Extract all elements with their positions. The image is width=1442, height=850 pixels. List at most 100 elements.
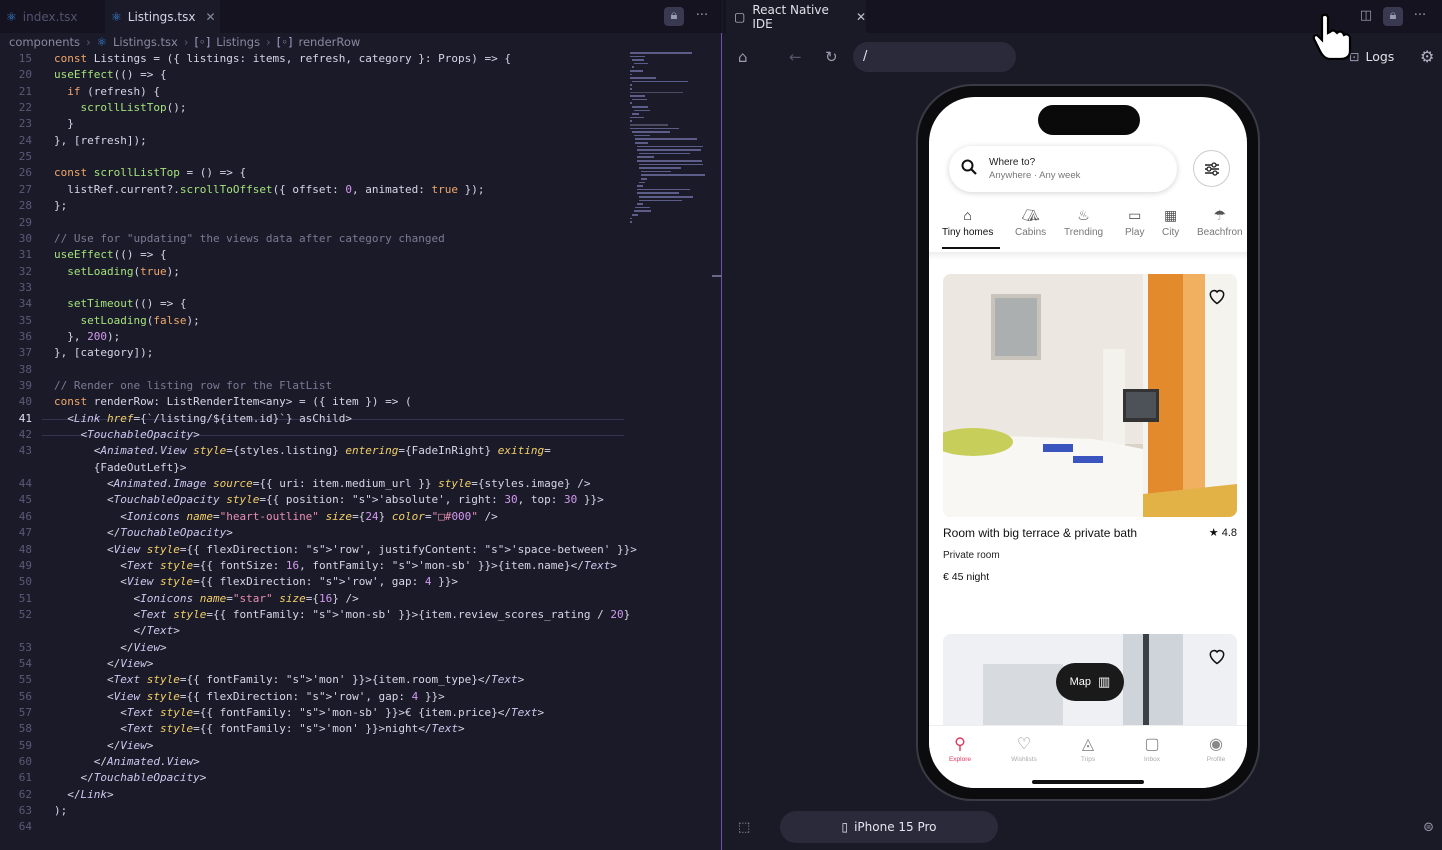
- code-line[interactable]: </View>: [54, 739, 153, 752]
- code-line[interactable]: };: [54, 199, 67, 212]
- code-line[interactable]: <Animated.View style={styles.listing} en…: [54, 444, 551, 457]
- code-line[interactable]: </Text>: [54, 624, 179, 637]
- code-line[interactable]: </Animated.View>: [54, 755, 200, 768]
- code-line[interactable]: );: [54, 804, 67, 817]
- code-line[interactable]: <TouchableOpacity style={{ position: "s"…: [54, 493, 604, 506]
- logs-button[interactable]: ⊡ Logs: [1349, 49, 1394, 64]
- reload-icon[interactable]: ↻: [825, 48, 838, 66]
- code-line[interactable]: // Use for "updating" the views data aft…: [54, 232, 445, 245]
- breadcrumb-item[interactable]: Listings.tsx: [113, 35, 178, 49]
- device-screen[interactable]: Where to? Anywhere · Any week ⌂ Tiny home…: [929, 97, 1247, 788]
- category-label: Cabins: [1015, 227, 1047, 238]
- tab-inbox[interactable]: ▢ Inbox: [1127, 734, 1177, 763]
- minimap[interactable]: [630, 52, 710, 232]
- code-line[interactable]: const scrollListTop = () => {: [54, 166, 246, 179]
- code-line[interactable]: <Animated.Image source={{ uri: item.medi…: [54, 477, 591, 490]
- code-line[interactable]: setLoading(false);: [54, 314, 200, 327]
- code-line[interactable]: }, 200);: [54, 330, 120, 343]
- code-line[interactable]: </View>: [54, 641, 166, 654]
- tab-explore[interactable]: ⚲ Explore: [935, 734, 985, 763]
- url-input[interactable]: /: [853, 42, 1016, 72]
- code-line[interactable]: <View style={{ flexDirection: "s">'row',…: [54, 575, 458, 588]
- code-line[interactable]: </TouchableOpacity>: [54, 771, 206, 784]
- code-line[interactable]: <Text style={{ fontFamily: "s">'mon' }}>…: [54, 722, 464, 735]
- code-line[interactable]: setTimeout(() => {: [54, 297, 186, 310]
- code-line[interactable]: }: [54, 117, 74, 130]
- code-line[interactable]: useEffect(() => {: [54, 248, 167, 261]
- category-play[interactable]: ▭ Play: [1125, 207, 1144, 238]
- code-line[interactable]: <Text style={{ fontSize: 16, fontFamily:…: [54, 559, 617, 572]
- minimap-line: [630, 116, 644, 119]
- category-tiny-homes[interactable]: ⌂ Tiny homes: [942, 207, 993, 238]
- code-line[interactable]: <Text style={{ fontFamily: "s">'mon' }}>…: [54, 673, 524, 686]
- code-line[interactable]: listRef.current?.scrollToOffset({ offset…: [54, 183, 484, 196]
- heart-outline-icon[interactable]: [1207, 286, 1227, 306]
- code-line[interactable]: // Render one listing row for the FlatLi…: [54, 379, 332, 392]
- tab-profile[interactable]: ◉ Profile: [1191, 734, 1241, 763]
- device-selector[interactable]: ▯ iPhone 15 Pro: [780, 811, 998, 843]
- map-button[interactable]: Map ▥: [1056, 663, 1124, 701]
- code-line[interactable]: const renderRow: ListRenderItem<any> = (…: [54, 395, 412, 408]
- map-icon: ▥: [1098, 674, 1111, 689]
- code-line[interactable]: <Ionicons name="heart-outline" size={24}…: [54, 510, 498, 523]
- heart-outline-icon[interactable]: [1207, 646, 1227, 666]
- code-line[interactable]: </TouchableOpacity>: [54, 526, 233, 539]
- minimap-line: [640, 170, 672, 173]
- code-line[interactable]: }, [category]);: [54, 346, 153, 359]
- category-city[interactable]: ▦ City: [1162, 207, 1179, 238]
- tab-wishlists[interactable]: ♡ Wishlists: [999, 734, 1049, 763]
- tab-react-native-ide[interactable]: ▢ React Native IDE ✕: [726, 0, 866, 33]
- hand-cursor-icon: [1312, 13, 1352, 60]
- more-icon[interactable]: ···: [692, 7, 712, 26]
- code-line[interactable]: setLoading(true);: [54, 265, 180, 278]
- code-line[interactable]: scrollListTop();: [54, 101, 187, 114]
- breadcrumb-item[interactable]: components: [9, 35, 80, 49]
- code-line[interactable]: <View style={{ flexDirection: "s">'row',…: [54, 543, 637, 556]
- tab-label: Wishlists: [1011, 756, 1037, 763]
- code-line[interactable]: <Ionicons name="star" size={16} />: [54, 592, 358, 605]
- category-cabins[interactable]: ⛺︎ Cabins: [1015, 207, 1046, 238]
- tab-listings-tsx[interactable]: ⚛ Listings.tsx ✕: [105, 0, 220, 33]
- lock-icon[interactable]: 🔒︎: [664, 7, 684, 26]
- code-line[interactable]: <Text style={{ fontFamily: "s">'mon-sb' …: [54, 706, 544, 719]
- scrollbar[interactable]: [712, 275, 722, 277]
- tab-trips[interactable]: ◬ Trips: [1063, 734, 1113, 763]
- close-icon[interactable]: ✕: [205, 10, 215, 24]
- code-line[interactable]: </View>: [54, 657, 153, 670]
- back-arrow-icon[interactable]: ←: [789, 48, 802, 66]
- search-bar[interactable]: Where to? Anywhere · Any week: [949, 146, 1177, 192]
- code-line[interactable]: useEffect(() => {: [54, 68, 167, 81]
- tab-index-tsx[interactable]: ⚛ index.tsx: [0, 0, 100, 33]
- split-editor-icon[interactable]: ◫: [1356, 7, 1376, 26]
- filter-button[interactable]: [1193, 150, 1230, 187]
- symbol-icon: [◦]: [276, 35, 293, 49]
- chevron-right-icon: ›: [266, 35, 271, 49]
- category-trending[interactable]: ♨ Trending: [1064, 207, 1103, 238]
- lock-icon[interactable]: 🔒︎: [1383, 7, 1403, 26]
- code-line[interactable]: <View style={{ flexDirection: "s">'row',…: [54, 690, 445, 703]
- home-icon[interactable]: ⌂: [738, 48, 748, 66]
- minimap-line: [630, 55, 646, 58]
- gear-icon[interactable]: ⚙: [1420, 47, 1434, 66]
- inspect-icon[interactable]: ⬚: [738, 820, 750, 835]
- code-area[interactable]: 15 const Listings = ({ listings: items, r…: [0, 50, 720, 850]
- more-icon[interactable]: ···: [1410, 7, 1430, 26]
- toggle-icon[interactable]: ⊜: [1423, 820, 1434, 835]
- category-beachfront[interactable]: ☂ Beachfron: [1197, 207, 1243, 238]
- code-line[interactable]: if (refresh) {: [54, 85, 160, 98]
- code-line[interactable]: <Text style={{ fontFamily: "s">'mon-sb' …: [54, 608, 630, 621]
- code-line[interactable]: </Link>: [54, 788, 113, 801]
- breadcrumb-item[interactable]: Listings: [216, 35, 260, 49]
- code-line[interactable]: <TouchableOpacity>: [54, 428, 199, 441]
- line-number: 54: [18, 656, 32, 670]
- breadcrumb-item[interactable]: renderRow: [298, 35, 360, 49]
- code-editor-pane[interactable]: ⚛ index.tsx ⚛ Listings.tsx ✕ 🔒︎ ··· compone…: [0, 0, 722, 850]
- listing-title: Room with big terrace & private bath: [943, 526, 1138, 540]
- code-line[interactable]: }, [refresh]);: [54, 134, 147, 147]
- listing-card[interactable]: Room with big terrace & private bath ★ 4…: [943, 274, 1237, 599]
- line-number: 50: [18, 575, 32, 589]
- close-icon[interactable]: ✕: [856, 10, 866, 24]
- code-line[interactable]: const Listings = ({ listings: items, ref…: [54, 52, 511, 65]
- code-line[interactable]: {FadeOutLeft}>: [54, 461, 187, 474]
- code-line[interactable]: <Link href={`/listing/${item.id}`} asChi…: [54, 412, 352, 425]
